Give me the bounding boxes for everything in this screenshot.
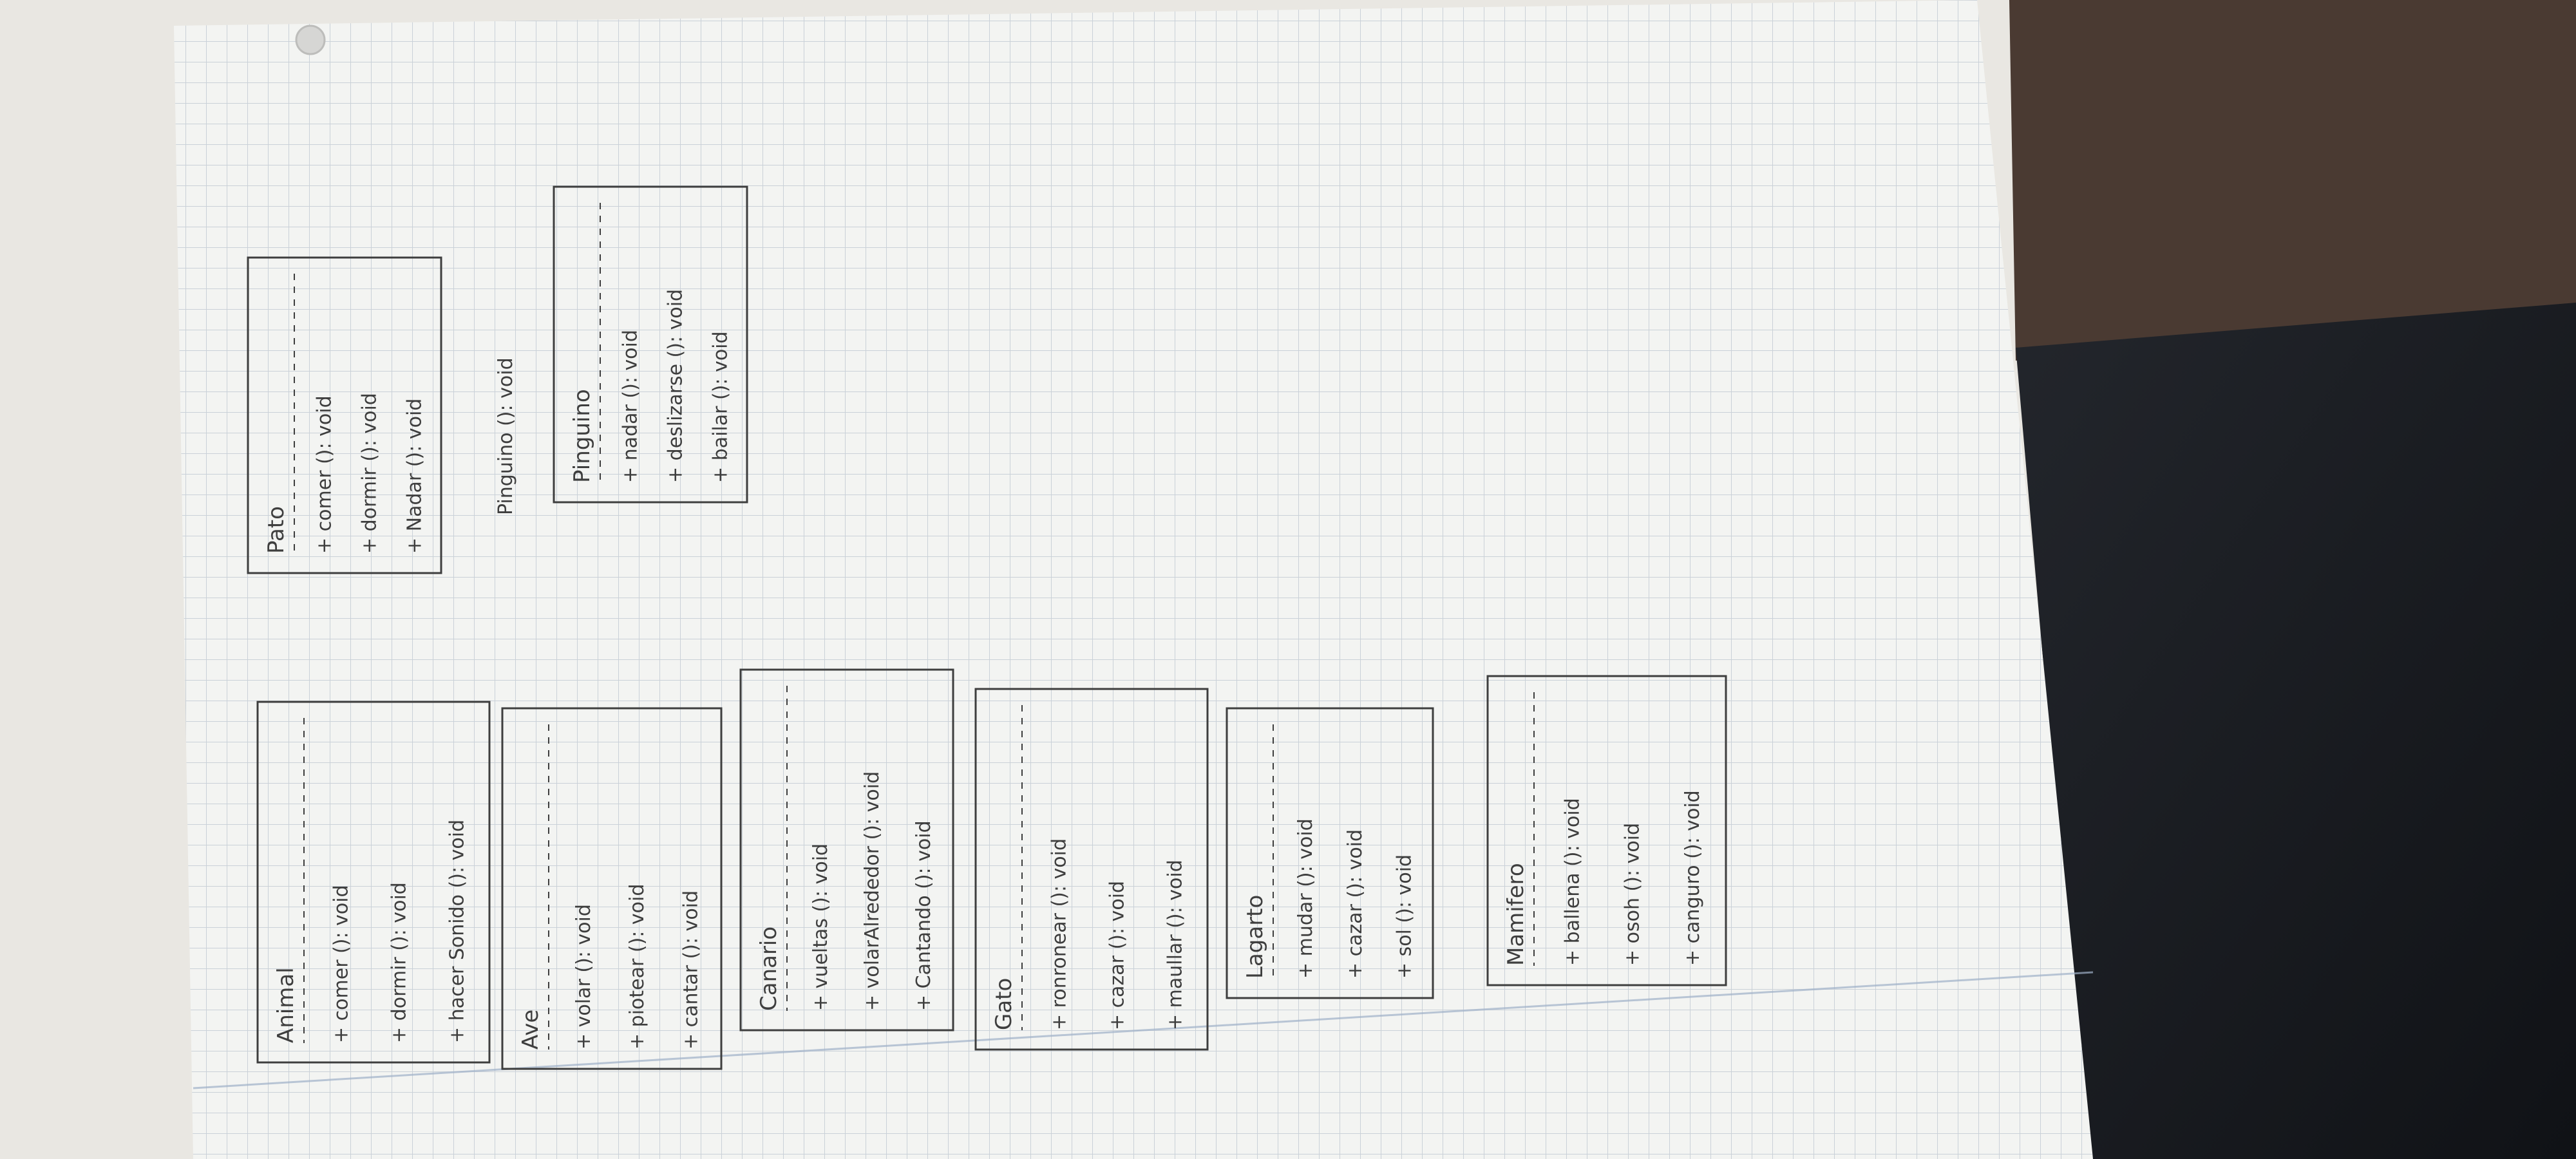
notebook-photo: Animal + comer (): void + dormir (): void +… bbox=[0, 0, 2576, 1159]
method-label: + Nadar (): void bbox=[404, 399, 426, 554]
method-label: + cazar (): void bbox=[1344, 829, 1367, 979]
method-label: + vueltas (): void bbox=[810, 843, 832, 1011]
method-label: + volarAlrededor (): void bbox=[861, 771, 884, 1011]
method-label: + ronronear (): void bbox=[1048, 838, 1071, 1030]
method-label: + mudar (): void bbox=[1294, 818, 1317, 979]
method-label: + Cantando (): void bbox=[913, 820, 935, 1011]
loose-note: Pinguino (): void bbox=[495, 357, 517, 515]
method-label: + sol (): void bbox=[1394, 854, 1416, 979]
method-label: + canguro (): void bbox=[1681, 790, 1704, 966]
punch-hole bbox=[295, 24, 326, 55]
method-label: + bailar (): void bbox=[710, 331, 732, 483]
method-label: + osoh (): void bbox=[1622, 823, 1644, 966]
method-label: + piotear (): void bbox=[626, 884, 649, 1050]
class-name: Pato bbox=[263, 506, 289, 554]
method-label: + deslizarse (): void bbox=[665, 289, 687, 483]
method-label: + cazar (): void bbox=[1106, 881, 1129, 1030]
class-name: Mamifero bbox=[1503, 863, 1529, 966]
method-label: + comer (): void bbox=[330, 885, 353, 1043]
dark-fabric bbox=[2016, 303, 2576, 1159]
class-name: Lagarto bbox=[1242, 895, 1268, 979]
method-label: + nadar (): void bbox=[620, 330, 642, 483]
method-label: + volar (): void bbox=[573, 904, 595, 1050]
method-label: + hacer Sonido (): void bbox=[446, 820, 469, 1043]
method-label: + comer (): void bbox=[314, 395, 336, 554]
method-label: + dormir (): void bbox=[359, 393, 381, 554]
method-label: + ballena (): void bbox=[1561, 798, 1584, 966]
class-name: Animal bbox=[273, 967, 299, 1043]
class-name: Ave bbox=[518, 1010, 544, 1050]
wood-surface bbox=[2009, 0, 2576, 361]
method-label: + dormir (): void bbox=[388, 882, 411, 1043]
method-label: + maullar (): void bbox=[1164, 860, 1187, 1030]
class-name: Gato bbox=[991, 978, 1017, 1030]
method-label: + cantar (): void bbox=[680, 890, 703, 1050]
class-name: Canario bbox=[756, 927, 782, 1011]
class-name: Pinguino bbox=[569, 389, 595, 483]
